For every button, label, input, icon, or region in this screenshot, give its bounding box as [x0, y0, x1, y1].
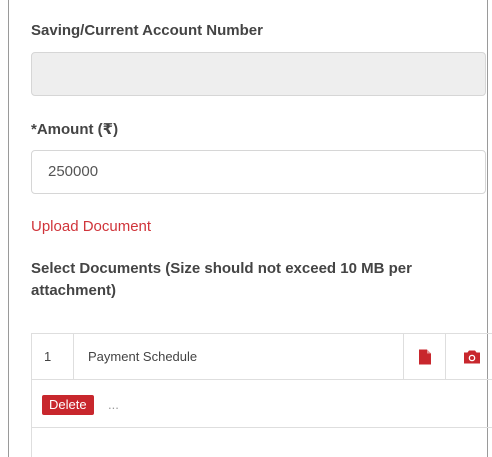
document-name-cell: Payment Schedule [74, 334, 404, 380]
file-icon [418, 349, 431, 365]
documents-table: 1 Payment Schedule Delete ... [31, 333, 492, 457]
delete-button[interactable]: Delete [42, 395, 94, 415]
account-number-field [31, 52, 486, 96]
select-documents-label: Select Documents (Size should not exceed… [31, 260, 412, 299]
amount-input[interactable]: 250000 [31, 150, 486, 194]
amount-value: 250000 [48, 163, 99, 180]
table-row: 1 Payment Schedule [32, 334, 492, 380]
row-index: 1 [44, 349, 52, 364]
attach-file-button[interactable] [404, 334, 446, 380]
document-name: Payment Schedule [88, 349, 198, 364]
row-index-cell: 1 [32, 334, 74, 380]
camera-icon [463, 350, 480, 364]
document-action-row: Delete ... [32, 380, 492, 428]
amount-label: *Amount (₹) [31, 121, 119, 138]
capture-photo-button[interactable] [446, 334, 492, 380]
account-number-label: Saving/Current Account Number [31, 22, 263, 39]
upload-document-link[interactable]: Upload Document [31, 218, 151, 235]
ellipsis-text: ... [108, 397, 119, 412]
form-panel: Saving/Current Account Number *Amount (₹… [8, 0, 492, 457]
